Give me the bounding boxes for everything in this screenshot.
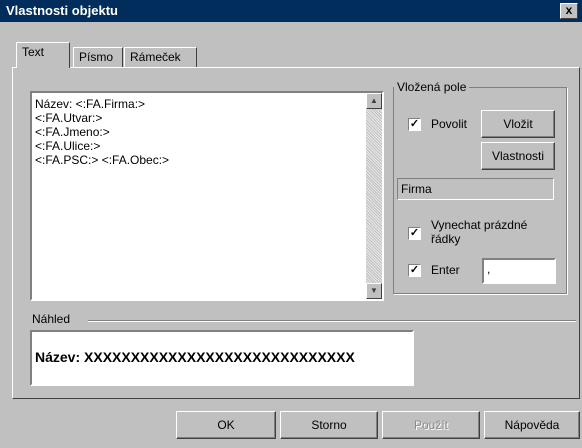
povolit-checkbox[interactable]: ✓ bbox=[408, 118, 421, 131]
vlozit-button[interactable]: Vložit bbox=[481, 110, 555, 138]
text-content-area[interactable]: Název: <:FA.Firma:> <:FA.Utvar:> <:FA.Jm… bbox=[30, 91, 384, 301]
enter-label: Enter bbox=[431, 263, 460, 277]
text-line: Název: <:FA.Firma:> bbox=[35, 97, 146, 111]
povolit-label: Povolit bbox=[431, 117, 468, 131]
vynechat-label-line2: řádky bbox=[431, 232, 461, 246]
vertical-scrollbar[interactable]: ▲ ▼ bbox=[366, 93, 382, 299]
tab-text[interactable]: Text bbox=[16, 42, 70, 68]
tab-pismo[interactable]: Písmo bbox=[73, 47, 123, 67]
enter-checkbox[interactable]: ✓ bbox=[408, 264, 421, 277]
preview-text: Název: XXXXXXXXXXXXXXXXXXXXXXXXXXXXX bbox=[35, 349, 355, 365]
scroll-up-icon[interactable]: ▲ bbox=[366, 93, 382, 109]
ok-button[interactable]: OK bbox=[176, 411, 276, 439]
nahled-label: Náhled bbox=[32, 312, 71, 326]
vlozena-pole-legend: Vložená pole bbox=[397, 80, 467, 94]
tab-ramecek[interactable]: Rámeček bbox=[124, 47, 197, 67]
text-line: <:FA.Jmeno:> bbox=[35, 125, 110, 139]
text-line: <:FA.Ulice:> bbox=[35, 139, 101, 153]
field-name-display: Firma bbox=[397, 178, 554, 200]
title-bar: Vlastnosti objektu x bbox=[0, 0, 582, 22]
window-title: Vlastnosti objektu bbox=[6, 3, 118, 18]
nahled-divider bbox=[88, 320, 576, 321]
text-line: <:FA.Utvar:> bbox=[35, 111, 103, 125]
preview-box: Název: XXXXXXXXXXXXXXXXXXXXXXXXXXXXX bbox=[30, 330, 414, 386]
vynechat-checkbox[interactable]: ✓ bbox=[408, 227, 421, 240]
vlastnosti-button[interactable]: Vlastnosti bbox=[481, 142, 555, 170]
napoveda-button[interactable]: Nápověda bbox=[484, 411, 580, 439]
scroll-down-icon[interactable]: ▼ bbox=[366, 283, 382, 299]
storno-button[interactable]: Storno bbox=[280, 411, 378, 439]
text-line: <:FA.PSC:> <:FA.Obec:> bbox=[35, 153, 170, 167]
close-icon[interactable]: x bbox=[560, 3, 578, 19]
vynechat-label: Vynechat prázdné řádky bbox=[431, 218, 527, 246]
enter-separator-input[interactable]: , bbox=[482, 258, 556, 284]
vynechat-label-line1: Vynechat prázdné bbox=[431, 218, 528, 232]
pouzit-button[interactable]: Použít bbox=[382, 411, 480, 439]
text-lines: Název: <:FA.Firma:> <:FA.Utvar:> <:FA.Jm… bbox=[35, 97, 169, 167]
enter-value: , bbox=[487, 262, 491, 276]
